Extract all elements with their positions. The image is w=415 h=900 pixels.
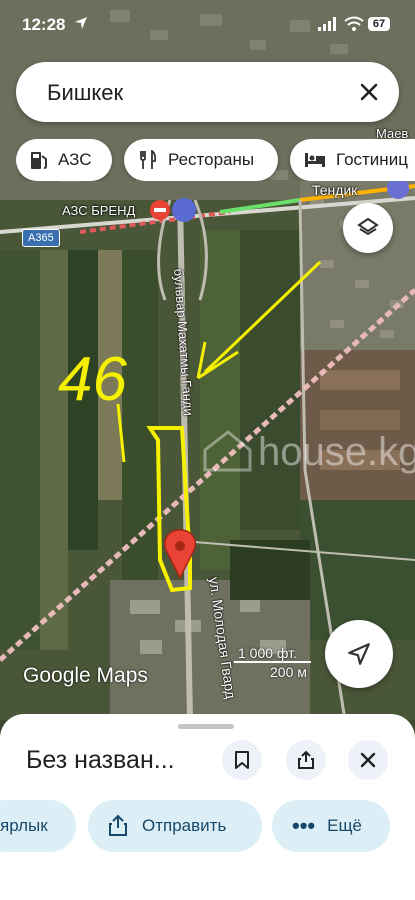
watermark-text: house.kg [258, 430, 415, 474]
close-icon[interactable] [357, 80, 381, 104]
action-label: ярлык [0, 816, 48, 835]
action-label: Ещё [327, 816, 362, 835]
share-icon [109, 814, 127, 836]
map-label-station[interactable]: АЗС БРЕНД [62, 203, 135, 218]
drag-handle[interactable] [178, 724, 234, 729]
more-action-button[interactable]: ••• Ещё [272, 800, 390, 852]
search-query[interactable]: Бишкек [47, 80, 123, 106]
chip-restaurants[interactable]: Рестораны [124, 139, 278, 181]
action-label: Отправить [142, 816, 227, 835]
route-badge: A365 [22, 229, 60, 247]
label-action-button[interactable]: ярлык [0, 800, 76, 852]
my-location-button[interactable] [325, 620, 393, 688]
status-time: 12:28 [22, 15, 66, 34]
wifi-icon [344, 16, 364, 31]
restaurant-icon [140, 150, 157, 169]
chip-gas-station[interactable]: АЗС [16, 139, 112, 181]
chip-label: Рестораны [168, 150, 255, 169]
scale-bar: 1 000 фт. 200 м [234, 645, 311, 680]
status-bar: 12:28 67 [0, 0, 415, 52]
bookmark-icon [235, 751, 249, 769]
gas-station-icon [31, 152, 47, 169]
place-title: Без назван... [26, 746, 175, 774]
annotation-number: 46 [58, 345, 127, 414]
send-action-button[interactable]: Отправить [88, 800, 262, 852]
place-bottom-sheet[interactable]: Без назван... ярлык Отправить ••• Ещё [0, 714, 415, 900]
chip-hotels[interactable]: Гостиниц [290, 139, 415, 181]
close-sheet-button[interactable] [348, 740, 388, 780]
search-bar[interactable]: Бишкек [16, 62, 399, 122]
chip-label: Гостиниц [336, 150, 408, 169]
chip-label: АЗС [58, 150, 92, 169]
scale-metric: 200 м [270, 664, 307, 680]
signal-icon [318, 17, 336, 31]
battery-indicator: 67 [368, 17, 390, 31]
category-chips: АЗС Рестораны Гостиниц [16, 139, 415, 181]
hotel-icon [305, 153, 325, 167]
layers-button[interactable] [343, 203, 393, 253]
share-button[interactable] [286, 740, 326, 780]
more-icon: ••• [292, 813, 316, 838]
google-maps-logo: Google Maps [23, 664, 148, 687]
share-icon [298, 750, 314, 769]
navigation-arrow-icon [348, 643, 370, 665]
close-icon [360, 752, 376, 768]
scale-imperial: 1 000 фт. [234, 645, 311, 663]
save-button[interactable] [222, 740, 262, 780]
layers-icon [357, 217, 379, 236]
location-arrow-icon [75, 17, 87, 29]
map-label-tendik[interactable]: Тендик [312, 182, 357, 198]
